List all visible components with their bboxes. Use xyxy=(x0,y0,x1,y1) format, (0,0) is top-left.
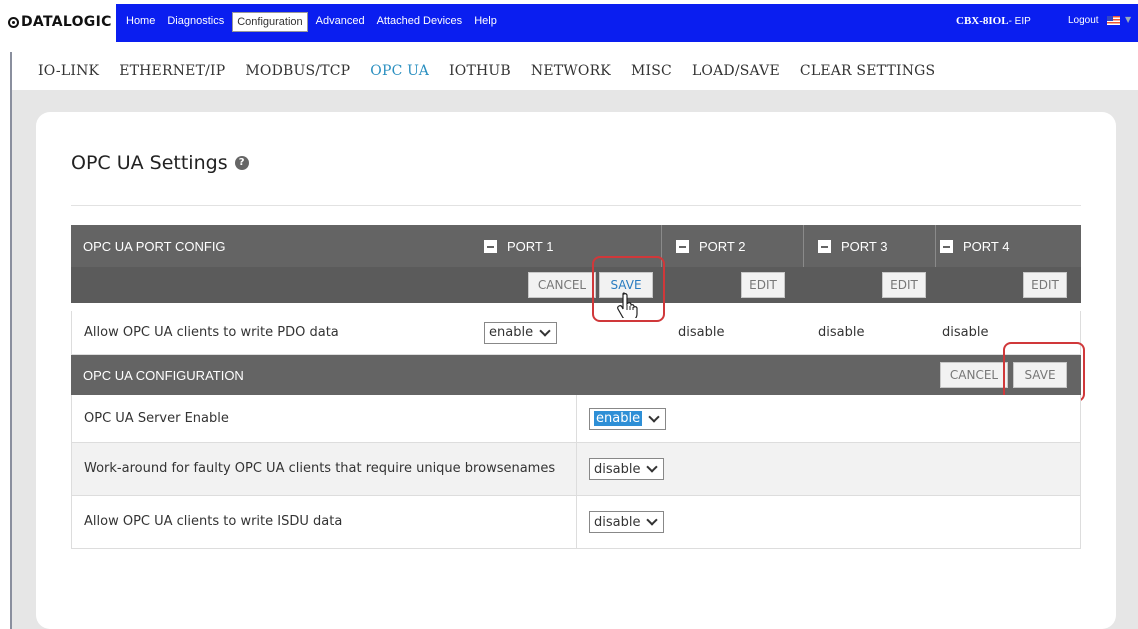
configuration-title: OPC UA CONFIGURATION xyxy=(83,367,244,383)
logo-text: DATALOGIC xyxy=(21,14,112,30)
server-enable-cell: enable xyxy=(576,395,1082,442)
sub-nav: IO-LINK ETHERNET/IP MODBUS/TCP OPC UA IO… xyxy=(38,63,955,79)
isdu-write-cell: disable xyxy=(576,496,1082,548)
subnav-opc-ua[interactable]: OPC UA xyxy=(370,63,429,79)
port-2-pdo-value: disable xyxy=(678,325,725,340)
nav-attached-devices[interactable]: Attached Devices xyxy=(373,12,467,32)
browsenames-cell: disable xyxy=(576,443,1082,495)
pdo-write-row: Allow OPC UA clients to write PDO data e… xyxy=(71,311,1081,355)
config-cancel-button[interactable]: CANCEL xyxy=(940,362,1008,388)
isdu-write-value: disable xyxy=(594,514,641,530)
port-4-edit-button[interactable]: EDIT xyxy=(1023,272,1067,298)
port-3-pdo-value: disable xyxy=(818,325,865,340)
help-icon[interactable]: ? xyxy=(234,156,249,170)
subnav-io-link[interactable]: IO-LINK xyxy=(38,63,99,79)
port-3-label: PORT 3 xyxy=(841,238,888,254)
port-1-pdo-select[interactable]: enable xyxy=(484,321,558,344)
hand-cursor-icon xyxy=(617,292,638,318)
col-sep xyxy=(803,225,804,267)
page-title: OPC UA Settings ? xyxy=(71,152,249,174)
config-row: Allow OPC UA clients to write ISDU data … xyxy=(71,496,1081,549)
subnav-load-save[interactable]: LOAD/SAVE xyxy=(692,63,780,79)
chevron-down-icon xyxy=(648,410,660,423)
nav-help[interactable]: Help xyxy=(470,12,501,32)
configuration-header: OPC UA CONFIGURATION xyxy=(71,355,1081,395)
browsenames-value: disable xyxy=(594,461,641,477)
port-config-title: OPC UA PORT CONFIG xyxy=(83,238,226,254)
title-divider xyxy=(71,205,1081,206)
annotation-box-config-save xyxy=(1003,342,1085,402)
nav-diagnostics[interactable]: Diagnostics xyxy=(163,12,228,32)
pdo-write-label: Allow OPC UA clients to write PDO data xyxy=(84,325,339,340)
collapse-port-3-icon[interactable] xyxy=(818,239,831,253)
subnav-clear-settings[interactable]: CLEAR SETTINGS xyxy=(800,63,935,79)
port-2-edit-button[interactable]: EDIT xyxy=(741,272,785,298)
chevron-down-icon xyxy=(646,461,659,473)
logout-link[interactable]: Logout xyxy=(1068,15,1099,26)
chevron-down-icon xyxy=(646,514,659,526)
subnav-iothub[interactable]: IOTHUB xyxy=(449,63,511,79)
collapse-port-1-icon[interactable] xyxy=(484,239,497,253)
port-2-label: PORT 2 xyxy=(699,238,746,254)
isdu-write-select[interactable]: disable xyxy=(589,511,665,533)
device-name: CBX-8IOL- EIP xyxy=(956,15,1031,27)
port-1-pdo-select-cell: enable xyxy=(484,311,558,354)
page-title-text: OPC UA Settings xyxy=(71,152,228,174)
port-4-header: PORT 4 xyxy=(940,225,1009,267)
nav-advanced[interactable]: Advanced xyxy=(312,12,369,32)
datalogic-logo: DATALOGIC xyxy=(8,14,112,30)
port-4-label: PORT 4 xyxy=(963,238,1010,254)
config-row: Work-around for faulty OPC UA clients th… xyxy=(71,443,1081,496)
server-enable-value: enable xyxy=(594,411,643,426)
collapse-port-2-icon[interactable] xyxy=(676,239,689,253)
top-bar: DATALOGIC Home Diagnostics Configuration… xyxy=(0,0,1138,50)
isdu-write-label: Allow OPC UA clients to write ISDU data xyxy=(84,514,343,529)
subnav-network[interactable]: NETWORK xyxy=(531,63,611,79)
port-3-edit-button[interactable]: EDIT xyxy=(882,272,926,298)
browsenames-select[interactable]: disable xyxy=(589,458,665,480)
port-3-header: PORT 3 xyxy=(818,225,887,267)
port-1-cancel-button[interactable]: CANCEL xyxy=(528,272,596,298)
port-4-pdo-value: disable xyxy=(942,325,989,340)
logo-mark-icon xyxy=(8,16,19,28)
device-suffix: - EIP xyxy=(1008,16,1031,27)
port-2-header: PORT 2 xyxy=(676,225,745,267)
port-config-header: OPC UA PORT CONFIG PORT 1 PORT 2 PORT 3 … xyxy=(71,225,1081,267)
language-caret-icon[interactable]: ▼ xyxy=(1125,15,1131,24)
port-1-pdo-value: enable xyxy=(489,325,534,340)
port-1-header: PORT 1 xyxy=(484,225,553,267)
main-nav: Home Diagnostics Configuration Advanced … xyxy=(122,12,501,32)
collapse-port-4-icon[interactable] xyxy=(940,239,953,253)
browsenames-label: Work-around for faulty OPC UA clients th… xyxy=(84,461,556,476)
chevron-down-icon xyxy=(539,324,551,337)
server-enable-label: OPC UA Server Enable xyxy=(84,410,229,426)
subnav-ethernet-ip[interactable]: ETHERNET/IP xyxy=(119,63,225,79)
language-flag-icon[interactable] xyxy=(1107,16,1120,25)
subnav-modbus-tcp[interactable]: MODBUS/TCP xyxy=(245,63,350,79)
subnav-misc[interactable]: MISC xyxy=(631,63,672,79)
server-enable-select[interactable]: enable xyxy=(589,407,667,430)
config-row: OPC UA Server Enable enable xyxy=(71,395,1081,443)
nav-configuration[interactable]: Configuration xyxy=(232,12,308,32)
port-1-label: PORT 1 xyxy=(507,238,554,254)
col-sep xyxy=(935,225,936,267)
nav-home[interactable]: Home xyxy=(122,12,159,32)
device-model: CBX-8IOL xyxy=(956,15,1009,27)
